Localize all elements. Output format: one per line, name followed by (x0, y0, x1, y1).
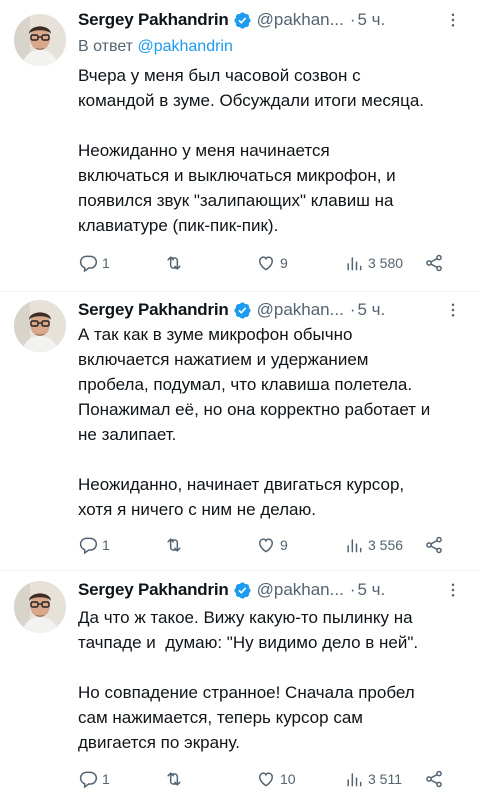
reply-icon (79, 537, 98, 555)
share-icon (426, 254, 442, 272)
author-handle[interactable]: @pakhan... (257, 580, 344, 600)
tweet-text: Вчера у меня был часовой созвон с команд… (78, 66, 425, 235)
avatar[interactable] (14, 581, 66, 633)
share-icon (426, 770, 442, 788)
tweet-text: Да что ж такое. Вижу какую-то пылинку на… (78, 608, 419, 752)
tweet-3[interactable]: Sergey Pakhandrin @pakhan... · 5 ч. Да ч… (0, 571, 480, 800)
share-button[interactable] (424, 769, 444, 789)
like-icon (258, 772, 274, 787)
retweet-button[interactable] (164, 253, 188, 273)
reply-count: 1 (102, 771, 110, 787)
like-icon (258, 256, 274, 271)
retweet-icon (167, 538, 181, 552)
author-name[interactable]: Sergey Pakhandrin (78, 580, 229, 600)
author-name[interactable]: Sergey Pakhandrin (78, 300, 229, 320)
views-icon (347, 539, 362, 553)
views-count: 3 556 (368, 537, 404, 553)
tweet-1[interactable]: Sergey Pakhandrin @pakhan... · 5 ч. В от… (0, 0, 480, 291)
tweet-header: Sergey Pakhandrin @pakhan... · 5 ч. (78, 8, 468, 32)
retweet-icon (167, 256, 181, 270)
views-button[interactable]: 3 580 (344, 253, 403, 273)
retweet-button[interactable] (164, 535, 188, 555)
like-count: 9 (280, 255, 288, 271)
reply-count: 1 (102, 537, 110, 553)
separator-dot: · (349, 10, 356, 29)
more-icon[interactable] (444, 581, 462, 599)
reply-to-mention[interactable]: @pakhandrin (137, 38, 232, 55)
tweet-actions: 1 9 3 556 (78, 535, 468, 557)
views-icon (347, 257, 362, 271)
tweet-actions: 1 9 3 580 (78, 253, 468, 275)
views-button[interactable]: 3 511 (344, 769, 402, 789)
reply-button[interactable]: 1 (78, 535, 110, 555)
reply-icon (79, 771, 98, 789)
like-button[interactable]: 9 (256, 535, 288, 555)
like-icon (258, 538, 274, 553)
reply-button[interactable]: 1 (78, 253, 110, 273)
like-button[interactable]: 9 (256, 253, 288, 273)
avatar[interactable] (14, 14, 66, 66)
more-icon[interactable] (444, 11, 462, 29)
more-icon[interactable] (444, 301, 462, 319)
timestamp[interactable]: 5 ч. (357, 300, 385, 320)
like-count: 9 (280, 537, 288, 553)
verified-icon (233, 11, 251, 29)
views-count: 3 511 (368, 771, 402, 787)
reply-to-line: В ответ @pakhandrin (78, 38, 233, 56)
reply-button[interactable]: 1 (78, 769, 110, 789)
separator-dot: · (349, 580, 356, 599)
avatar[interactable] (14, 300, 66, 352)
views-button[interactable]: 3 556 (344, 535, 403, 555)
tweet-2[interactable]: Sergey Pakhandrin @pakhan... · 5 ч. А та… (0, 292, 480, 570)
share-button[interactable] (424, 535, 444, 555)
separator-dot: · (349, 300, 356, 319)
like-count: 10 (280, 771, 296, 787)
tweet-header: Sergey Pakhandrin @pakhan... · 5 ч. (78, 578, 468, 602)
tweet-header: Sergey Pakhandrin @pakhan... · 5 ч. (78, 298, 468, 322)
retweet-button[interactable] (164, 769, 188, 789)
share-icon (426, 536, 442, 554)
timestamp[interactable]: 5 ч. (357, 10, 385, 30)
verified-icon (233, 301, 251, 319)
views-icon (347, 773, 362, 787)
author-name[interactable]: Sergey Pakhandrin (78, 10, 229, 30)
like-button[interactable]: 10 (256, 769, 296, 789)
retweet-icon (167, 772, 181, 786)
timestamp[interactable]: 5 ч. (357, 580, 385, 600)
share-button[interactable] (424, 253, 444, 273)
author-handle[interactable]: @pakhan... (257, 300, 344, 320)
author-handle[interactable]: @pakhan... (257, 10, 344, 30)
tweet-actions: 1 10 3 511 (78, 769, 468, 791)
reply-count: 1 (102, 255, 110, 271)
verified-icon (233, 581, 251, 599)
tweet-text: А так как в зуме микрофон обычно включае… (78, 325, 431, 519)
reply-to-prefix: В ответ (78, 38, 138, 55)
views-count: 3 580 (368, 255, 404, 271)
reply-icon (79, 255, 98, 273)
